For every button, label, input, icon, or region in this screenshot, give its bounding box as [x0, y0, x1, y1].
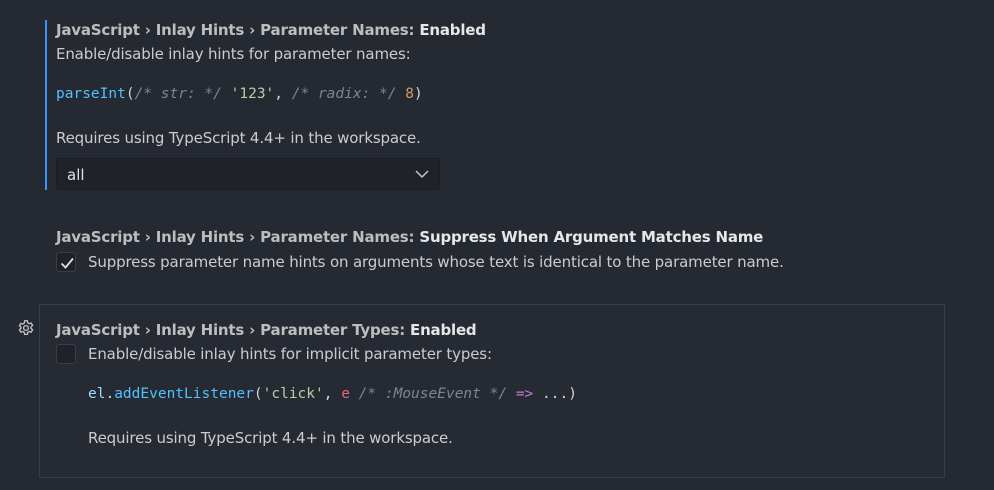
focused-setting-indicator — [45, 20, 47, 190]
code-arg-string: 'click' — [262, 386, 324, 402]
setting-description: Suppress parameter name hints on argumen… — [88, 253, 784, 271]
param-names-select[interactable]: all — [56, 158, 440, 190]
code-example: el.addEventListener('click', e /* :Mouse… — [88, 386, 577, 402]
code-arg-string: '123' — [230, 86, 275, 102]
setting-title-suppress-matching: JavaScript › Inlay Hints › Parameter Nam… — [56, 228, 763, 246]
param-types-checkbox[interactable] — [56, 344, 76, 364]
code-paren-open: ( — [125, 86, 135, 102]
code-arg-number: 8 — [405, 86, 414, 102]
setting-description: Enable/disable inlay hints for parameter… — [56, 45, 411, 63]
code-hint-type: /* :MouseEvent */ — [358, 386, 508, 402]
code-paren-open: ( — [253, 386, 263, 402]
code-dot: . — [105, 386, 115, 402]
select-value: all — [67, 166, 85, 184]
setting-note: Requires using TypeScript 4.4+ in the wo… — [56, 129, 421, 147]
code-object: el — [88, 386, 106, 402]
setting-note: Requires using TypeScript 4.4+ in the wo… — [88, 429, 453, 447]
code-hint-str: /* str: */ — [134, 86, 222, 102]
setting-title-prefix: JavaScript › Inlay Hints › Parameter Nam… — [56, 21, 420, 39]
code-arrow: => — [515, 386, 534, 402]
setting-title-name: Enabled — [410, 321, 477, 339]
setting-title-prefix: JavaScript › Inlay Hints › Parameter Typ… — [56, 321, 411, 339]
code-param: e — [341, 386, 350, 402]
gear-icon[interactable] — [17, 319, 35, 337]
suppress-matching-checkbox[interactable] — [56, 252, 76, 272]
code-function: addEventListener — [114, 386, 254, 402]
code-function: parseInt — [56, 86, 126, 102]
setting-title-prefix: JavaScript › Inlay Hints › Parameter Nam… — [56, 228, 420, 246]
setting-title-name: Suppress When Argument Matches Name — [419, 228, 764, 246]
code-comma: , — [274, 86, 292, 102]
code-hint-radix: /* radix: */ — [291, 86, 397, 102]
code-paren-close: ) — [413, 86, 423, 102]
check-icon — [60, 257, 74, 269]
code-comma: , — [323, 386, 342, 402]
setting-description: Enable/disable inlay hints for implicit … — [88, 345, 492, 363]
setting-title-name: Enabled — [419, 21, 486, 39]
setting-title-param-names-enabled: JavaScript › Inlay Hints › Parameter Nam… — [56, 21, 486, 39]
code-rest: ...) — [533, 386, 577, 402]
chevron-down-icon — [415, 170, 429, 179]
code-example: parseInt(/* str: */ '123', /* radix: */ … — [56, 86, 423, 102]
setting-title-param-types-enabled: JavaScript › Inlay Hints › Parameter Typ… — [56, 321, 477, 339]
